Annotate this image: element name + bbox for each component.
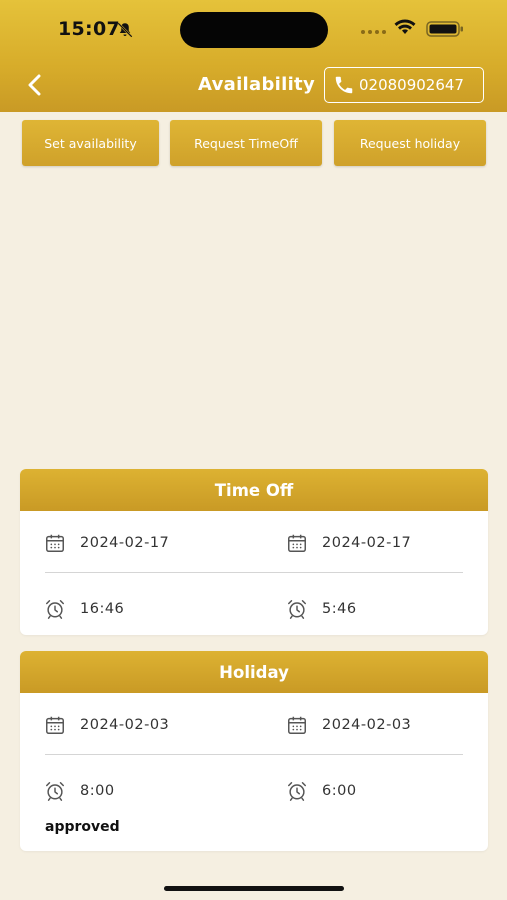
- alarm-clock-icon: [46, 600, 64, 619]
- time-off-card-title: Time Off: [20, 469, 488, 511]
- start-date-value: 2024-02-17: [80, 535, 170, 551]
- end-date-value: 2024-02-17: [322, 535, 412, 551]
- cellular-signal-icon: [361, 30, 386, 34]
- request-holiday-button[interactable]: Request holiday: [334, 120, 486, 166]
- app-header: 15:07 Availability 02080902647: [0, 0, 507, 112]
- status-time: 15:07: [58, 18, 120, 40]
- end-date-value: 2024-02-03: [322, 717, 412, 733]
- status-label: approved: [45, 819, 120, 835]
- start-time: 8:00: [44, 759, 115, 823]
- status-bar: 15:07: [0, 0, 507, 56]
- wifi-icon: [394, 19, 416, 34]
- home-indicator[interactable]: [164, 886, 344, 891]
- holiday-card-title: Holiday: [20, 651, 488, 693]
- calendar-icon: [46, 716, 64, 734]
- back-button[interactable]: [22, 72, 48, 98]
- end-time: 5:46: [286, 577, 357, 635]
- alarm-clock-icon: [46, 782, 64, 801]
- end-date: 2024-02-03: [286, 693, 411, 757]
- alarm-clock-icon: [288, 782, 306, 801]
- end-date: 2024-02-17: [286, 511, 411, 575]
- phone-number: 02080902647: [359, 76, 464, 94]
- request-timeoff-button[interactable]: Request TimeOff: [170, 120, 322, 166]
- time-row: 8:00 6:00: [20, 759, 488, 823]
- calendar-icon: [288, 534, 306, 552]
- end-time: 6:00: [286, 759, 357, 823]
- calendar-icon: [46, 534, 64, 552]
- start-date: 2024-02-17: [44, 511, 169, 575]
- battery-icon: [426, 21, 463, 37]
- date-row: 2024-02-03 2024-02-03: [20, 693, 488, 757]
- date-row: 2024-02-17 2024-02-17: [20, 511, 488, 575]
- holiday-card: Holiday 2024-02-03 2024-02-03 8:00 6:00 …: [20, 651, 488, 851]
- dynamic-island: [180, 12, 328, 48]
- divider: [45, 572, 463, 573]
- start-time: 16:46: [44, 577, 124, 635]
- start-date: 2024-02-03: [44, 693, 169, 757]
- bell-slash-icon: [117, 22, 133, 38]
- phone-icon: [335, 76, 353, 94]
- set-availability-button[interactable]: Set availability: [22, 120, 159, 166]
- chevron-left-icon: [28, 74, 41, 96]
- alarm-clock-icon: [288, 600, 306, 619]
- end-time-value: 5:46: [322, 601, 357, 617]
- time-row: 16:46 5:46: [20, 577, 488, 635]
- start-time-value: 16:46: [80, 601, 125, 617]
- start-date-value: 2024-02-03: [80, 717, 170, 733]
- page-title: Availability: [198, 74, 315, 95]
- start-time-value: 8:00: [80, 783, 115, 799]
- time-off-card: Time Off 2024-02-17 2024-02-17 16:46 5:4…: [20, 469, 488, 635]
- calendar-icon: [288, 716, 306, 734]
- call-phone-button[interactable]: 02080902647: [324, 67, 484, 103]
- end-time-value: 6:00: [322, 783, 357, 799]
- divider: [45, 754, 463, 755]
